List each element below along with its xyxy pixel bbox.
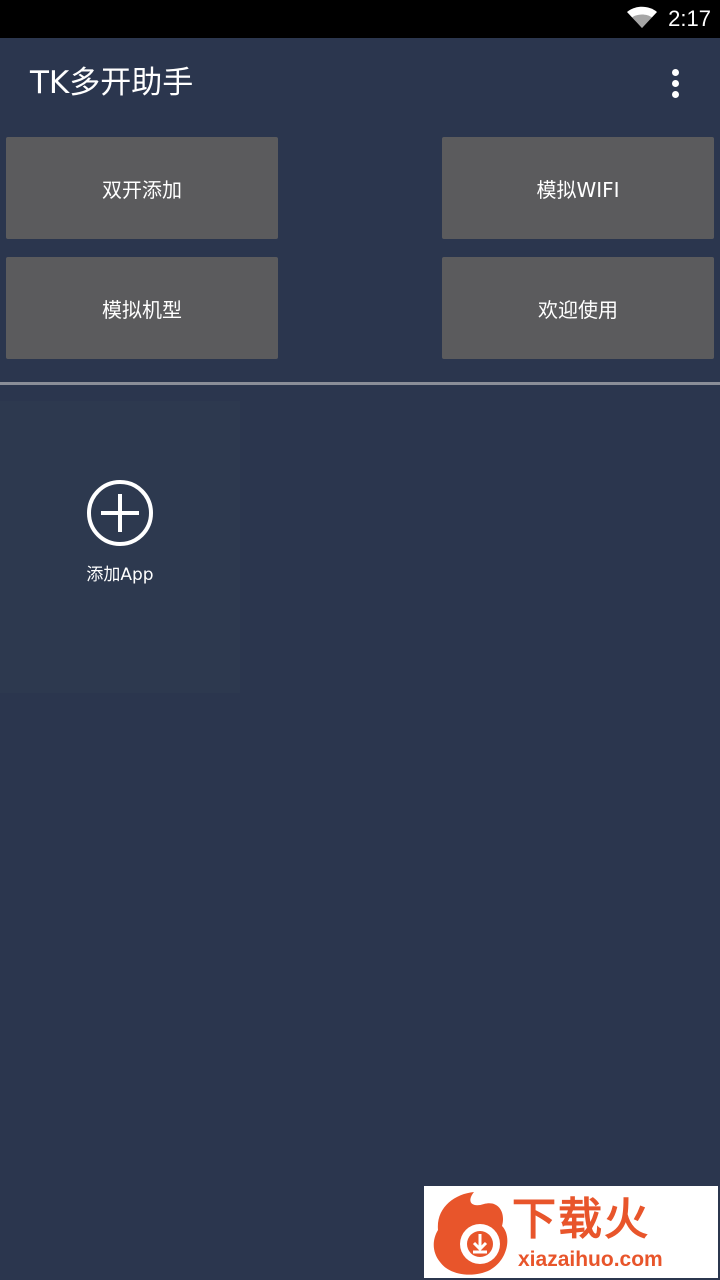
- simulate-device-model-button[interactable]: 模拟机型: [6, 257, 278, 359]
- add-app-tile[interactable]: 添加App: [0, 401, 240, 693]
- welcome-button[interactable]: 欢迎使用: [442, 257, 714, 359]
- more-vert-icon[interactable]: [652, 60, 698, 106]
- xiazaihuo-ad-banner[interactable]: 下载火 xiazaihuo.com: [424, 1186, 718, 1278]
- add-circle-icon: [84, 477, 156, 549]
- wifi-icon: [626, 6, 658, 30]
- menu-dot: [672, 91, 679, 98]
- app-title: TK多开助手: [30, 65, 194, 101]
- divider: [0, 382, 720, 385]
- menu-dot: [672, 80, 679, 87]
- ad-logo-text: 下载火: [512, 1194, 650, 1245]
- flame-download-icon: [428, 1190, 512, 1276]
- ad-site-text: xiazaihuo.com: [518, 1248, 663, 1271]
- app-bar: TK多开助手: [0, 38, 720, 130]
- dual-open-add-button[interactable]: 双开添加: [6, 137, 278, 239]
- status-time: 2:17: [668, 6, 711, 31]
- menu-dot: [672, 69, 679, 76]
- status-bar: 2:17: [0, 0, 720, 38]
- simulate-wifi-button[interactable]: 模拟WIFI: [442, 137, 714, 239]
- add-app-label: 添加App: [86, 565, 154, 585]
